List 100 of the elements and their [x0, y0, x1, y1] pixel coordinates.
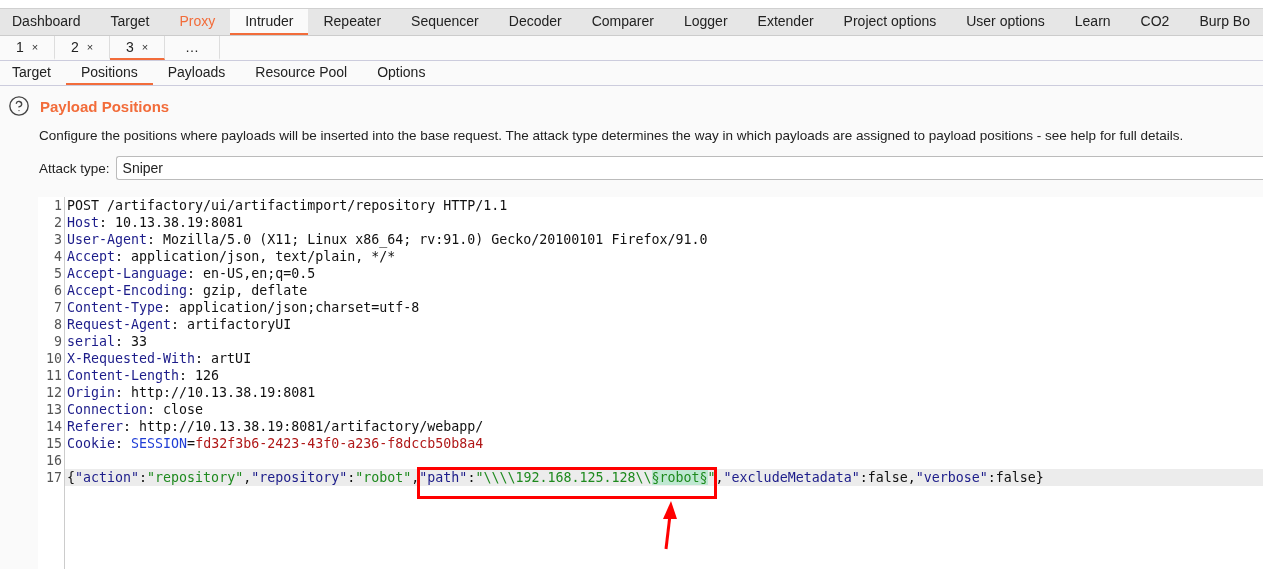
attack-tab[interactable]: …: [165, 36, 220, 60]
sub-tab[interactable]: Options: [362, 61, 441, 85]
code-token: : en-US,en;q=0.5: [187, 266, 316, 281]
code-token: serial: [67, 334, 116, 349]
code-token: Content-Length: [67, 368, 180, 383]
main-tab[interactable]: Logger: [668, 9, 743, 35]
line-number: 12: [46, 384, 62, 401]
code-token: : 126: [179, 368, 220, 383]
code-token: Cookie: [67, 436, 116, 451]
main-tab[interactable]: Decoder: [493, 9, 577, 35]
sub-tab[interactable]: Target: [0, 61, 66, 85]
line-number: 1: [54, 197, 62, 214]
line-number: 8: [54, 316, 62, 333]
code-token: ": [707, 470, 716, 485]
attack-type-label: Attack type:: [39, 160, 110, 176]
code-token: "repository": [251, 470, 348, 485]
line-number: 10: [46, 350, 62, 367]
sub-tab[interactable]: Payloads: [152, 61, 241, 85]
code-token: :: [139, 470, 148, 485]
code-token: ,: [411, 470, 420, 485]
close-icon[interactable]: ×: [31, 41, 39, 53]
line-number: 6: [54, 282, 62, 299]
code-token: : Mozilla/5.0 (X11; Linux x86_64; rv:91.0) Gecko/20100101 Firefox/91.0: [147, 232, 708, 247]
main-tab[interactable]: Intruder: [230, 9, 309, 35]
code-token: User-Agent: [67, 232, 148, 247]
code-token: :: [115, 436, 125, 451]
code-token: : close: [147, 402, 204, 417]
code-token: Request-Agent: [67, 317, 172, 332]
code-token: "path": [419, 470, 468, 485]
section-description: Configure the positions where payloads will be inserted into the base request. The attack type determines the way in which payloads are assigned to payload positions - see help for full details.: [38, 127, 1185, 143]
line-number: 14: [46, 418, 62, 435]
code-token: Origin: [67, 385, 116, 400]
code-token: ,: [715, 470, 724, 485]
code-token: Accept-Encoding: [67, 283, 188, 298]
main-tab[interactable]: Repeater: [308, 9, 397, 35]
code-token: Connection: [67, 402, 148, 417]
code-token: :false,: [859, 470, 916, 485]
code-token: : artifactoryUI: [171, 317, 292, 332]
line-number: 7: [54, 299, 62, 316]
line-number: 9: [54, 333, 62, 350]
code-token: : 10.13.38.19:8081: [99, 215, 244, 230]
code-token: : application/json, text/plain, */*: [115, 249, 396, 264]
section-title: Payload Positions: [40, 97, 170, 115]
main-tab[interactable]: Burp Bo: [1184, 9, 1263, 35]
line-number: 16: [46, 452, 62, 469]
code-token: SESSION: [131, 436, 188, 451]
code-token: "verbose": [915, 470, 988, 485]
line-number: 11: [46, 367, 62, 384]
main-tab[interactable]: CO2: [1125, 9, 1185, 35]
main-tab[interactable]: Target: [95, 9, 165, 35]
code-token: "excludeMetadata": [723, 470, 860, 485]
main-tab[interactable]: Extender: [742, 9, 829, 35]
code-token: fd32f3b6-2423-43f0-a236-f8dccb50b8a4: [195, 436, 484, 451]
code-token: Content-Type: [67, 300, 164, 315]
attack-tab[interactable]: 3 ×: [110, 36, 165, 60]
code-token: ,: [243, 470, 252, 485]
close-icon[interactable]: ×: [86, 41, 94, 53]
code-token: : http://10.13.38.19:8081/artifactory/webapp/: [123, 419, 484, 434]
code-token: : application/json;charset=utf-8: [163, 300, 420, 315]
sub-tab[interactable]: Positions: [65, 61, 153, 85]
line-number: 13: [46, 401, 62, 418]
sub-tab[interactable]: Resource Pool: [240, 61, 363, 85]
help-icon[interactable]: [8, 95, 30, 117]
code-token: : gzip, deflate: [187, 283, 308, 298]
code-token: POST /artifactory/ui/artifactimport/repository HTTP/1.1: [67, 198, 508, 213]
main-tab[interactable]: Project options: [828, 9, 952, 35]
code-token: "robot": [355, 470, 412, 485]
code-token: :: [347, 470, 356, 485]
code-token: Accept-Language: [67, 266, 188, 281]
request-editor[interactable]: [38, 197, 1263, 569]
payload-marker: §robot§: [651, 470, 708, 485]
line-number: 15: [46, 435, 62, 452]
main-tab[interactable]: Learn: [1059, 9, 1126, 35]
code-token: Accept: [67, 249, 116, 264]
line-number: 2: [54, 214, 62, 231]
code-token: X-Requested-With: [67, 351, 196, 366]
code-token: : artUI: [195, 351, 252, 366]
main-tab[interactable]: Sequencer: [396, 9, 494, 35]
code-token: Referer: [67, 419, 124, 434]
line-number: 17: [46, 469, 62, 486]
code-token: :false}: [987, 470, 1044, 485]
code-token: {: [67, 470, 75, 485]
code-token: Host: [67, 215, 100, 230]
code-token: "repository": [147, 470, 244, 485]
code-token: :: [467, 470, 476, 485]
attack-tab[interactable]: 1 ×: [0, 36, 55, 60]
close-icon[interactable]: ×: [141, 41, 149, 53]
line-number: 5: [54, 265, 62, 282]
attack-tab[interactable]: 2 ×: [55, 36, 110, 60]
code-token: "\\\\192.168.125.128\\: [475, 470, 652, 485]
code-token: : http://10.13.38.19:8081: [115, 385, 316, 400]
main-tab[interactable]: Dashboard: [0, 9, 96, 35]
code-token: =: [187, 436, 196, 451]
code-token: : 33: [115, 334, 148, 349]
line-number: 3: [54, 231, 62, 248]
main-tab[interactable]: User options: [951, 9, 1060, 35]
line-number: 4: [54, 248, 62, 265]
attack-type-select[interactable]: Sniper: [115, 156, 1263, 180]
main-tab[interactable]: Comparer: [576, 9, 669, 35]
code-token: "action": [75, 470, 140, 485]
